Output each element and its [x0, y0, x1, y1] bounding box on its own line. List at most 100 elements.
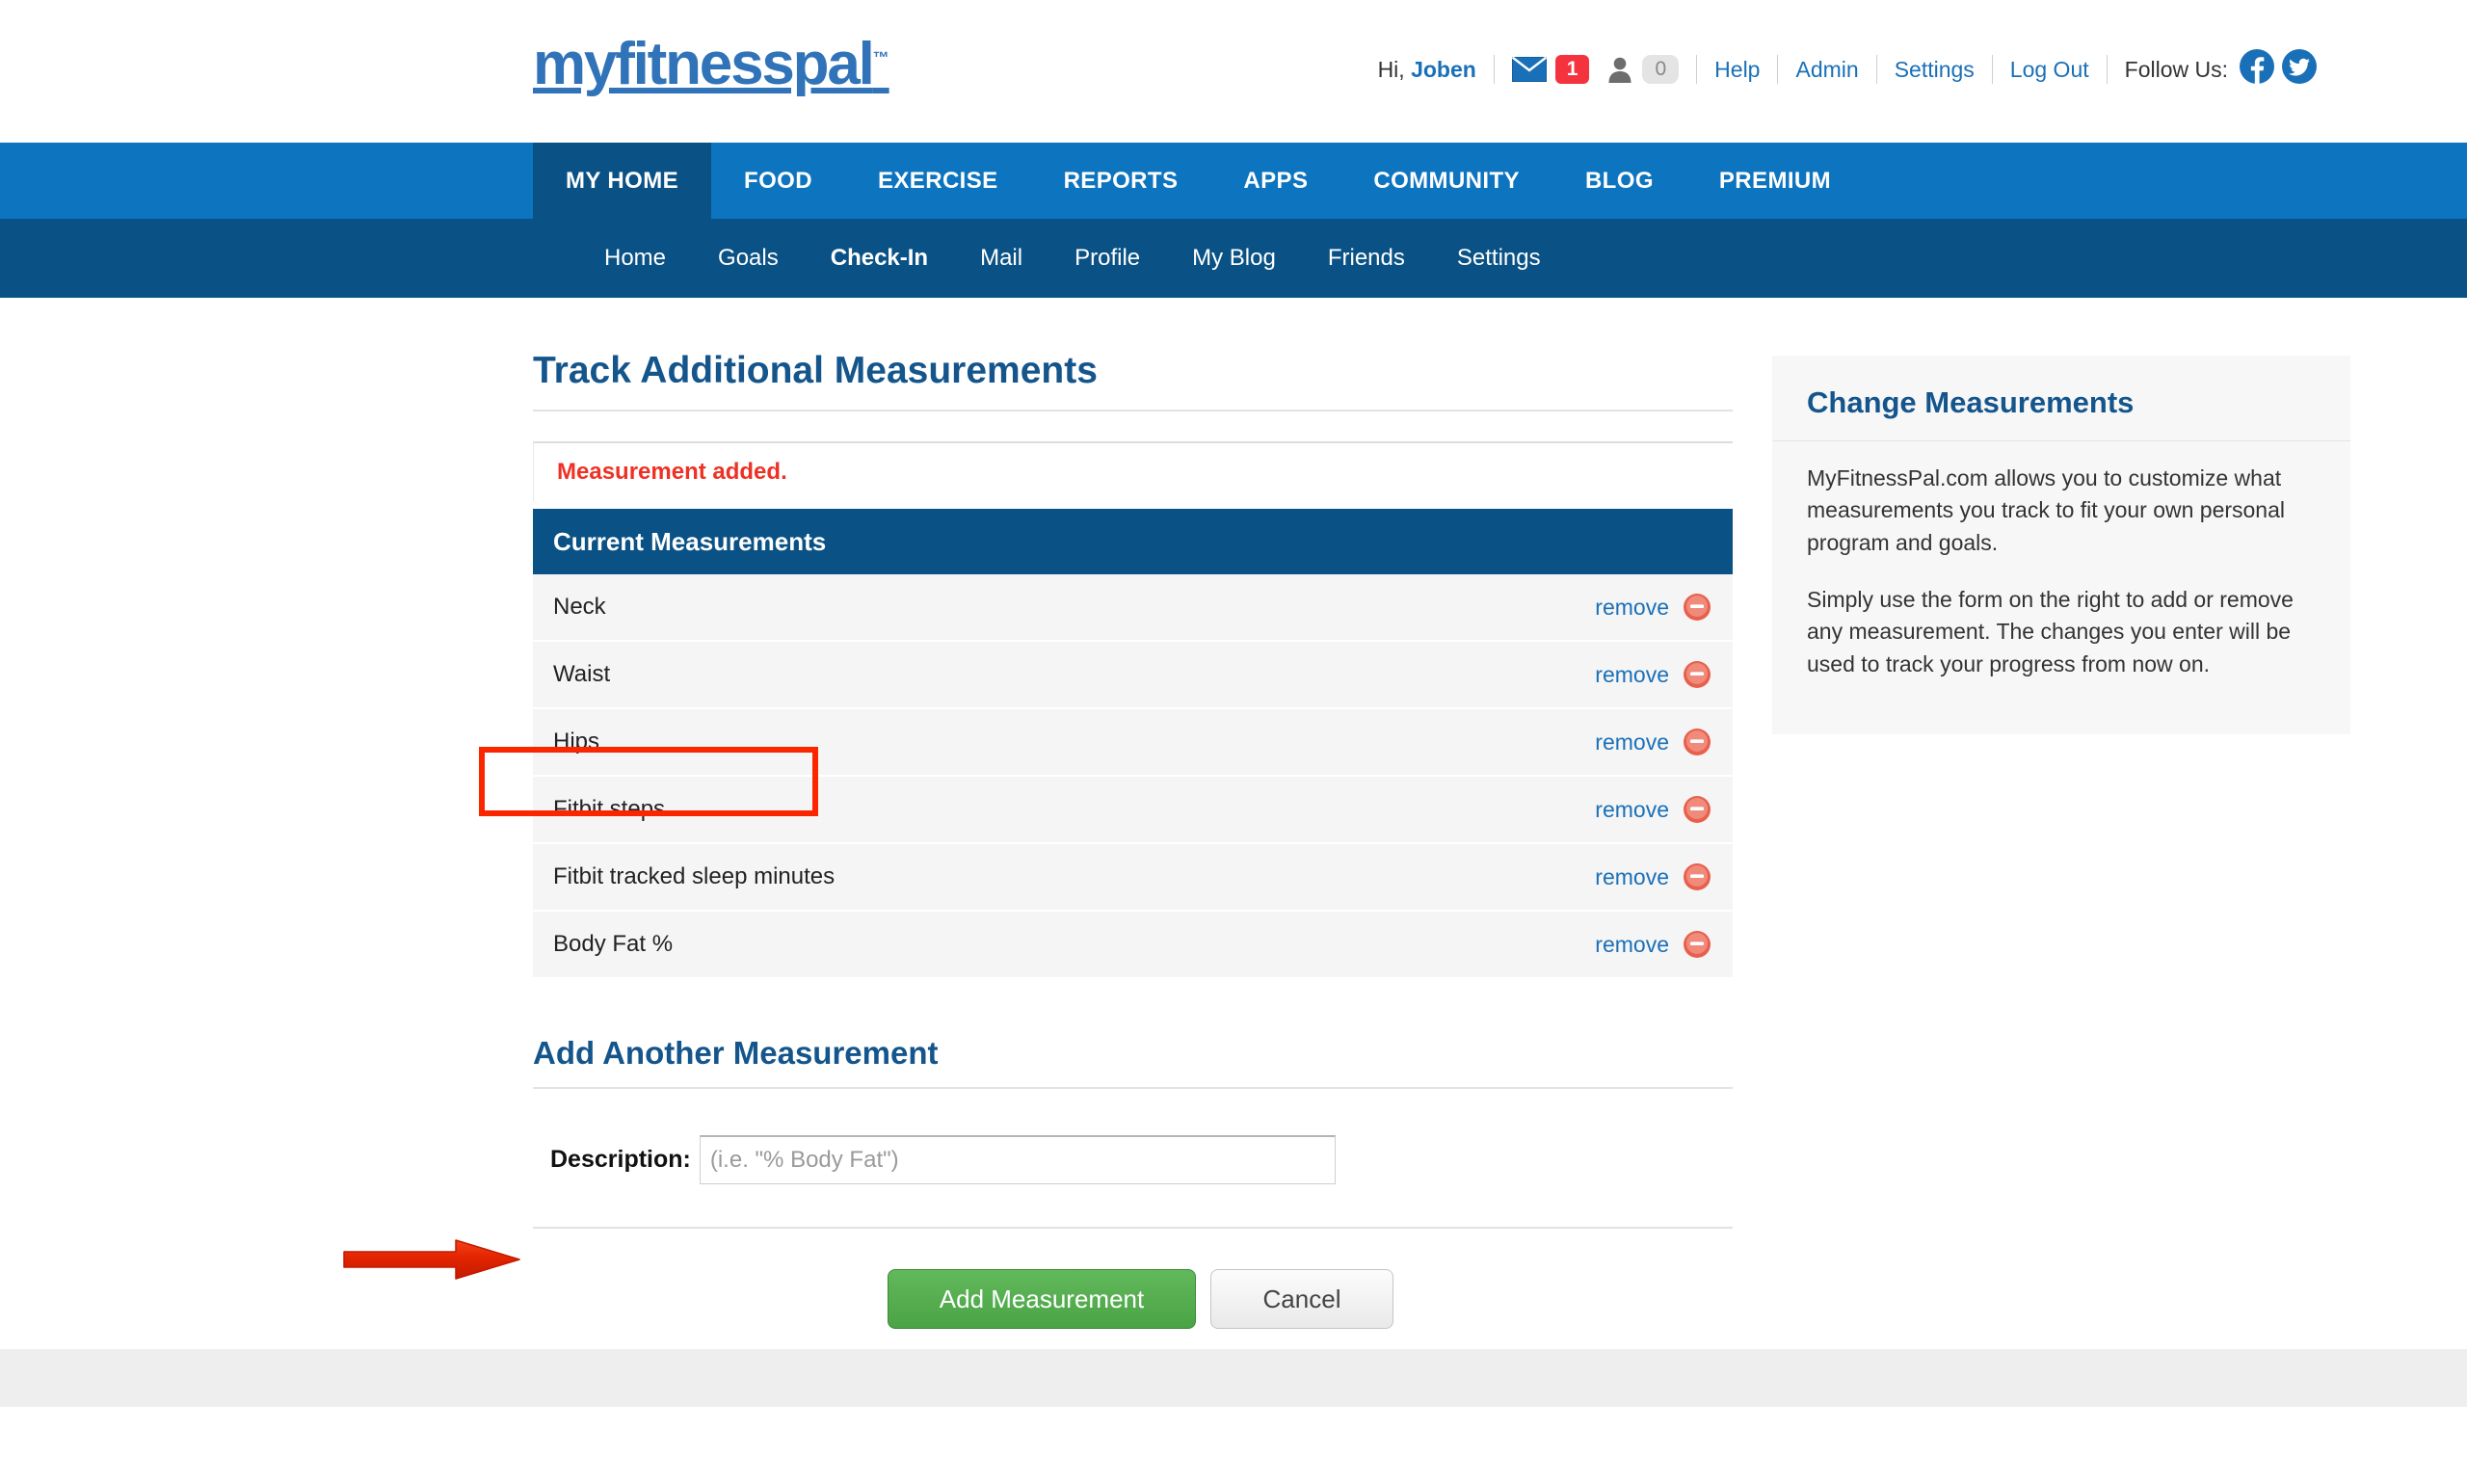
change-measurements-card: Change Measurements MyFitnessPal.com all…: [1772, 356, 2350, 735]
divider: [1991, 55, 1993, 84]
status-message-text: Measurement added.: [557, 459, 787, 485]
admin-link[interactable]: Admin: [1795, 57, 1858, 83]
measurement-name: Fitbit steps: [553, 796, 666, 822]
cancel-button[interactable]: Cancel: [1210, 1269, 1393, 1329]
subnav-item-profile[interactable]: Profile: [1048, 245, 1166, 272]
nav-item-exercise[interactable]: EXERCISE: [845, 143, 1031, 219]
main-navigation: MY HOME FOOD EXERCISE REPORTS APPS COMMU…: [0, 143, 2467, 219]
subnav-item-goals[interactable]: Goals: [692, 245, 805, 272]
table-row: Waist remove: [533, 642, 1733, 709]
row-actions: remove: [1595, 930, 1733, 959]
remove-link[interactable]: remove: [1595, 595, 1669, 621]
nav-item-apps[interactable]: APPS: [1210, 143, 1340, 219]
sidebar-paragraph: MyFitnessPal.com allows you to customize…: [1807, 465, 2286, 555]
facebook-icon: [2240, 49, 2274, 84]
social-links: [2240, 49, 2317, 90]
divider: [2106, 55, 2108, 84]
help-link[interactable]: Help: [1714, 57, 1760, 83]
add-measurement-button[interactable]: Add Measurement: [888, 1269, 1196, 1329]
sub-navigation: Home Goals Check-In Mail Profile My Blog…: [0, 219, 2467, 298]
description-input[interactable]: [699, 1135, 1336, 1184]
notification-counters: 1 0: [1511, 54, 1680, 85]
table-row: Neck remove: [533, 574, 1733, 642]
divider: [1875, 55, 1877, 84]
remove-link[interactable]: remove: [1595, 729, 1669, 755]
remove-circle-icon[interactable]: [1683, 728, 1711, 756]
sidebar-title: Change Measurements: [1772, 356, 2350, 441]
current-measurements-table: Current Measurements Neck remove Waist r…: [533, 509, 1733, 979]
logout-link[interactable]: Log Out: [2010, 57, 2089, 83]
main-column: Track Additional Measurements Measuremen…: [533, 298, 1733, 1329]
page-body: Track Additional Measurements Measuremen…: [0, 298, 2467, 1407]
table-row: Fitbit steps remove: [533, 777, 1733, 844]
measurement-name: Waist: [553, 661, 611, 687]
nav-item-blog[interactable]: BLOG: [1552, 143, 1686, 219]
divider: [1493, 55, 1495, 84]
envelope-icon: [1511, 56, 1547, 82]
remove-link[interactable]: remove: [1595, 662, 1669, 688]
add-measurement-title: Add Another Measurement: [533, 1035, 1733, 1089]
measurement-name: Body Fat %: [553, 931, 674, 957]
facebook-link[interactable]: [2240, 49, 2274, 90]
annotation-arrow-icon: [343, 1239, 520, 1280]
message-count-badge: 1: [1554, 54, 1590, 85]
row-actions: remove: [1595, 593, 1733, 622]
username[interactable]: Joben: [1411, 57, 1476, 82]
messages-link[interactable]: 1: [1511, 54, 1590, 85]
friends-link[interactable]: 0: [1598, 54, 1680, 85]
table-row: Fitbit tracked sleep minutes remove: [533, 844, 1733, 912]
description-form-row: Description:: [533, 1135, 1733, 1229]
settings-link[interactable]: Settings: [1895, 57, 1975, 83]
divider: [1777, 55, 1779, 84]
greeting: Hi, Joben: [1378, 57, 1476, 83]
measurement-name: Hips: [553, 729, 600, 755]
user-utility-bar: Hi, Joben 1 0 Help Admin Settings Log Ou…: [1378, 49, 2317, 90]
subnav-item-home[interactable]: Home: [578, 245, 692, 272]
status-message: Measurement added.: [533, 441, 1733, 501]
nav-item-reports[interactable]: REPORTS: [1031, 143, 1211, 219]
remove-circle-icon[interactable]: [1683, 862, 1711, 891]
table-header: Current Measurements: [533, 509, 1733, 574]
row-actions: remove: [1595, 795, 1733, 824]
remove-circle-icon[interactable]: [1683, 660, 1711, 689]
remove-link[interactable]: remove: [1595, 932, 1669, 958]
sidebar-paragraph: Simply use the form on the right to add …: [1807, 587, 2294, 676]
row-actions: remove: [1595, 660, 1733, 689]
remove-circle-icon[interactable]: [1683, 593, 1711, 622]
row-actions: remove: [1595, 862, 1733, 891]
remove-link[interactable]: remove: [1595, 797, 1669, 823]
nav-item-community[interactable]: COMMUNITY: [1340, 143, 1552, 219]
twitter-icon: [2282, 49, 2317, 84]
logo-text: myfitnesspal: [533, 31, 875, 97]
subnav-item-mail[interactable]: Mail: [954, 245, 1048, 272]
twitter-link[interactable]: [2282, 49, 2317, 90]
friend-count-badge: 0: [1642, 54, 1680, 85]
table-row: Hips remove: [533, 709, 1733, 777]
sidebar-body: MyFitnessPal.com allows you to customize…: [1772, 441, 2350, 680]
divider: [1696, 55, 1698, 84]
trademark-symbol: ™: [872, 48, 889, 67]
nav-item-food[interactable]: FOOD: [711, 143, 845, 219]
footer-band: [0, 1349, 2467, 1407]
person-icon: [1608, 57, 1631, 83]
remove-circle-icon[interactable]: [1683, 795, 1711, 824]
subnav-item-my-blog[interactable]: My Blog: [1166, 245, 1302, 272]
site-logo[interactable]: myfitnesspal™: [533, 35, 889, 94]
form-actions: Add Measurement Cancel: [533, 1269, 1733, 1329]
remove-circle-icon[interactable]: [1683, 930, 1711, 959]
nav-item-my-home[interactable]: MY HOME: [533, 143, 712, 219]
measurement-name: Neck: [553, 594, 606, 620]
row-actions: remove: [1595, 728, 1733, 756]
measurement-name: Fitbit tracked sleep minutes: [553, 863, 836, 889]
follow-us-label: Follow Us:: [2124, 56, 2228, 82]
subnav-item-friends[interactable]: Friends: [1302, 245, 1431, 272]
remove-link[interactable]: remove: [1595, 864, 1669, 890]
nav-item-premium[interactable]: PREMIUM: [1686, 143, 1864, 219]
description-label: Description:: [550, 1146, 691, 1173]
page-title: Track Additional Measurements: [533, 298, 1733, 411]
subnav-item-settings[interactable]: Settings: [1431, 245, 1567, 272]
sidebar-column: Change Measurements MyFitnessPal.com all…: [1772, 356, 2350, 735]
table-row: Body Fat % remove: [533, 912, 1733, 979]
site-header: myfitnesspal™ Hi, Joben 1 0 Help Admin S…: [0, 0, 2467, 143]
subnav-item-check-in[interactable]: Check-In: [805, 245, 954, 272]
